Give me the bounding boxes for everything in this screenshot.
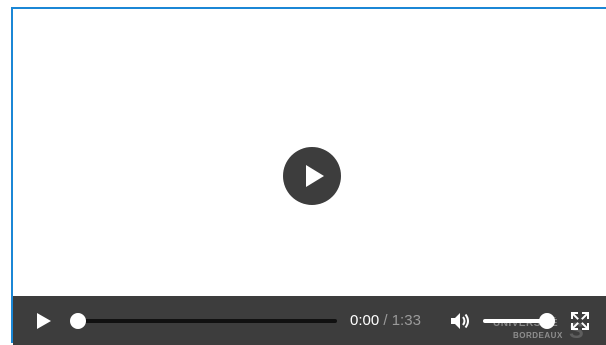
play-button[interactable]	[34, 310, 54, 332]
time-separator: /	[383, 312, 388, 329]
fullscreen-button[interactable]	[569, 310, 591, 332]
control-bar: 0:00 / 1:33 UNIVERSITÉ BORDEAUX S	[13, 296, 606, 345]
video-player: 0:00 / 1:33 UNIVERSITÉ BORDEAUX S	[11, 7, 606, 345]
volume-handle[interactable]	[539, 313, 555, 329]
volume-slider[interactable]	[483, 313, 555, 329]
mute-button[interactable]	[449, 310, 473, 332]
big-play-button[interactable]	[283, 147, 341, 205]
play-icon	[306, 165, 324, 187]
progress-bar[interactable]	[70, 313, 337, 329]
video-viewport[interactable]	[13, 9, 606, 296]
fullscreen-icon	[571, 312, 589, 330]
volume-fill	[483, 319, 547, 323]
watermark-line2: BORDEAUX	[513, 331, 563, 340]
volume-high-icon	[451, 313, 469, 329]
time-display: 0:00 / 1:33	[350, 312, 421, 330]
play-icon	[37, 313, 51, 329]
progress-handle[interactable]	[70, 313, 86, 329]
duration: 1:33	[391, 312, 421, 329]
current-time: 0:00	[350, 312, 380, 329]
